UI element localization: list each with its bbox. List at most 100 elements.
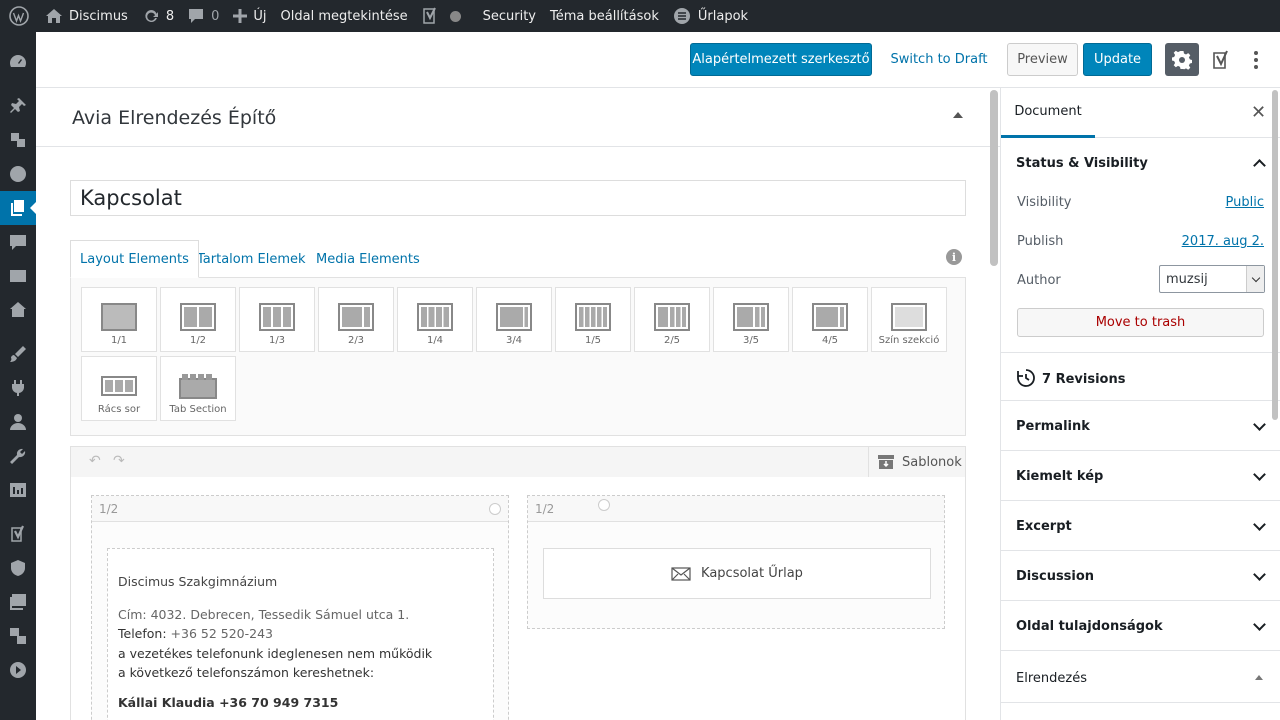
column-fifth-icon: [575, 303, 611, 331]
settings-gear-button[interactable]: [1165, 43, 1199, 76]
default-editor-button[interactable]: Alapértelmezett szerkesztő: [690, 43, 872, 76]
excerpt-panel[interactable]: Excerpt: [1001, 501, 1280, 551]
status-visibility-toggle[interactable]: Status & Visibility: [1016, 156, 1148, 171]
comments-link[interactable]: 0: [181, 0, 226, 32]
update-button[interactable]: Update: [1083, 43, 1152, 76]
portfolio-icon[interactable]: [0, 259, 36, 293]
page-attributes-panel[interactable]: Oldal tulajdonságok: [1001, 601, 1280, 651]
yoast-icon: [422, 7, 436, 24]
column-three-quarters-icon: [496, 303, 532, 331]
element-1-5[interactable]: 1/5: [555, 287, 631, 352]
element-1-4[interactable]: 1/4: [397, 287, 473, 352]
element-3-4[interactable]: 3/4: [476, 287, 552, 352]
element-1-2[interactable]: 1/2: [160, 287, 236, 352]
chevron-down-icon: [1253, 468, 1266, 481]
revisions-panel[interactable]: 7 Revisions: [1001, 353, 1280, 401]
tab-layout-elements[interactable]: Layout Elements: [70, 240, 199, 278]
permalink-panel[interactable]: Permalink: [1001, 401, 1280, 451]
comments-menu-icon[interactable]: [0, 225, 36, 259]
column-handle-icon[interactable]: [598, 499, 610, 511]
element-4-5[interactable]: 4/5: [792, 287, 868, 352]
media-icon[interactable]: [0, 123, 36, 157]
element-1-3[interactable]: 1/3: [239, 287, 315, 352]
security-shield-icon[interactable]: [0, 551, 36, 585]
seo-menu-icon[interactable]: [0, 517, 36, 551]
page-title-input[interactable]: Kapcsolat: [70, 180, 966, 216]
canvas-toolbar: ↶ ↷ Sablonok: [70, 446, 966, 478]
collapse-menu-icon[interactable]: [0, 653, 36, 687]
discussion-panel[interactable]: Discussion: [1001, 551, 1280, 601]
site-name-link[interactable]: Discimus: [38, 0, 135, 32]
dashboard-icon[interactable]: [0, 44, 36, 78]
element-2-5[interactable]: 2/5: [634, 287, 710, 352]
forms-menu-icon[interactable]: [0, 157, 36, 191]
element-tabs: Layout Elements Tartalom Elemek Media El…: [70, 240, 966, 278]
layout-elements-panel: 1/1 1/2 1/3 2/3 1/4 3/4 1/5 2/5 3/5 4/5 …: [70, 277, 966, 436]
phone-line: Telefon: +36 52 520-243: [118, 626, 274, 641]
element-3-5[interactable]: 3/5: [713, 287, 789, 352]
sidebar-scrollbar[interactable]: [1272, 90, 1278, 420]
view-page-link[interactable]: Oldal megtekintése: [274, 0, 415, 32]
new-content-link[interactable]: Új: [226, 0, 273, 32]
element-grid-row[interactable]: Rács sor: [81, 356, 157, 421]
theme-settings-link[interactable]: Téma beállítások: [543, 0, 666, 32]
settings-icon[interactable]: [0, 473, 36, 507]
templates-button[interactable]: Sablonok: [868, 447, 966, 477]
column-half-icon: [180, 303, 216, 331]
column-left[interactable]: 1/2 Discimus Szakgimnázium Cím: 4032. De…: [91, 495, 509, 720]
seo-status-dot-icon: [449, 10, 461, 22]
author-select[interactable]: muzsij: [1159, 265, 1265, 293]
column-three-fifths-icon: [733, 303, 769, 331]
element-tab-section[interactable]: Tab Section: [160, 356, 236, 421]
close-sidebar-icon[interactable]: ✕: [1251, 102, 1266, 123]
tab-content-elements[interactable]: Tartalom Elemek: [188, 240, 315, 278]
switch-to-draft-button[interactable]: Switch to Draft: [886, 43, 992, 76]
forms-link[interactable]: Űrlapok: [666, 0, 755, 32]
color-section-icon: [891, 303, 927, 331]
column-two-thirds-icon: [338, 303, 374, 331]
tools-icon[interactable]: [0, 439, 36, 473]
editor-area: Avia Elrendezés Építő Kapcsolat Layout E…: [36, 88, 1000, 720]
security-link[interactable]: Security: [476, 0, 543, 32]
chevron-down-icon: [1253, 418, 1266, 431]
contact-form-block[interactable]: Kapcsolat Űrlap: [543, 548, 931, 599]
users-icon[interactable]: [0, 405, 36, 439]
grid-row-icon: [101, 376, 137, 396]
text-block[interactable]: Discimus Szakgimnázium Cím: 4032. Debrec…: [107, 548, 494, 720]
editor-header: Alapértelmezett szerkesztő Switch to Dra…: [36, 32, 1280, 88]
layout-panel[interactable]: Elrendezés: [1001, 651, 1280, 703]
gallery-icon[interactable]: [0, 585, 36, 619]
updates-link[interactable]: 8: [135, 0, 181, 32]
posts-pin-icon[interactable]: [0, 89, 36, 123]
redo-icon[interactable]: ↷: [113, 453, 125, 469]
translate-icon[interactable]: [0, 619, 36, 653]
collapse-caret-icon[interactable]: [953, 112, 963, 118]
chevron-down-icon: [1246, 266, 1264, 292]
column-right[interactable]: 1/2 Kapcsolat Űrlap: [527, 495, 945, 629]
element-1-1[interactable]: 1/1: [81, 287, 157, 352]
column-handle-icon[interactable]: [489, 503, 501, 515]
theme-home-icon[interactable]: [0, 293, 36, 327]
publish-date-link[interactable]: 2017. aug 2.: [1182, 234, 1264, 249]
editor-scrollbar[interactable]: [990, 90, 998, 266]
move-to-trash-button[interactable]: Move to trash: [1017, 308, 1264, 337]
plus-icon: [233, 9, 248, 23]
visibility-link[interactable]: Public: [1226, 195, 1264, 210]
avia-builder-header[interactable]: Avia Elrendezés Építő: [36, 88, 1000, 147]
tab-media-elements[interactable]: Media Elements: [307, 240, 429, 278]
preview-button[interactable]: Preview: [1007, 43, 1078, 76]
yoast-seo-button[interactable]: [1208, 43, 1234, 76]
tab-document[interactable]: Document: [1001, 88, 1095, 138]
appearance-icon[interactable]: [0, 337, 36, 371]
wordpress-logo-icon[interactable]: [0, 0, 38, 32]
element-2-3[interactable]: 2/3: [318, 287, 394, 352]
more-options-button[interactable]: [1246, 43, 1266, 76]
element-color-section[interactable]: Szín szekció: [871, 287, 947, 352]
plugins-icon[interactable]: [0, 371, 36, 405]
featured-image-panel[interactable]: Kiemelt kép: [1001, 451, 1280, 501]
info-icon[interactable]: i: [946, 249, 962, 265]
undo-icon[interactable]: ↶: [89, 453, 101, 469]
pages-icon[interactable]: [0, 191, 36, 225]
chevron-up-icon[interactable]: [1253, 159, 1266, 172]
yoast-menu[interactable]: [415, 0, 468, 32]
